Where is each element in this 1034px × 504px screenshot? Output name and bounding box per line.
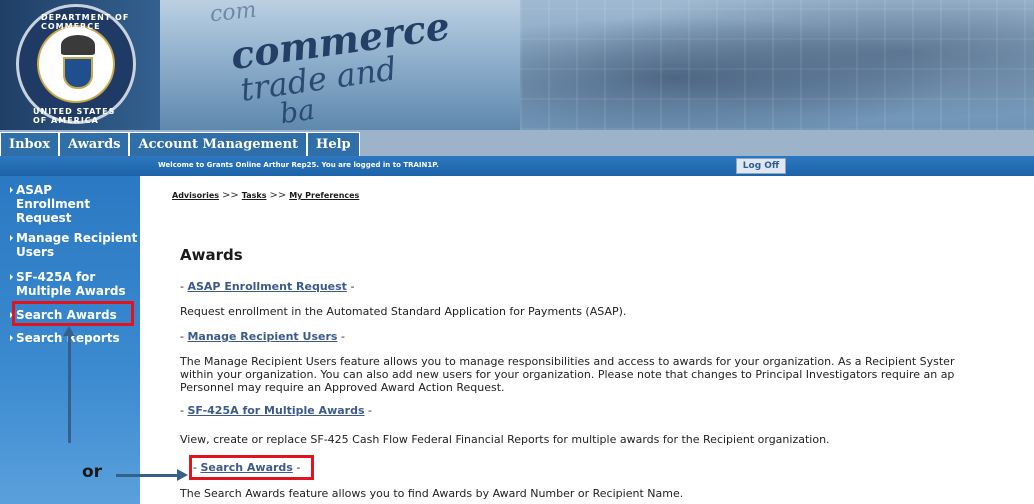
tab-account-management[interactable]: Account Management (129, 132, 308, 156)
dash: - (368, 404, 372, 417)
section-manage-users-heading: - Manage Recipient Users - (180, 330, 345, 343)
sf425a-multiple-awards-link[interactable]: SF-425A for Multiple Awards (187, 404, 364, 417)
section-asap-heading: - ASAP Enrollment Request - (180, 280, 354, 293)
tab-help[interactable]: Help (307, 132, 360, 156)
breadcrumb-separator: >> (269, 190, 287, 201)
annotation-or-label: or (82, 462, 103, 482)
dash: - (180, 330, 184, 343)
breadcrumb-advisories[interactable]: Advisories (172, 191, 219, 200)
tab-inbox[interactable]: Inbox (0, 132, 60, 156)
banner-word-top: com (208, 0, 258, 28)
dash: - (340, 330, 345, 343)
seal-inner (37, 25, 115, 103)
commerce-seal-logo: DEPARTMENT OF COMMERCE UNITED STATES OF … (16, 4, 136, 125)
section-manage-users-description-line-1: The Manage Recipient Users feature allow… (180, 355, 955, 368)
section-sf425a-heading: - SF-425A for Multiple Awards - (180, 404, 372, 417)
annotation-up-arrow-icon (63, 326, 75, 336)
shield-icon (63, 57, 93, 89)
seal-text-top: DEPARTMENT OF COMMERCE (41, 13, 130, 31)
world-map-graphic (520, 0, 1034, 130)
sidebar-item-sf425a-multiple-awards[interactable]: SF-425A for Multiple Awards (10, 270, 140, 298)
dash: - (350, 280, 355, 293)
welcome-message: Welcome to Grants Online Arthur Rep25. Y… (158, 161, 439, 169)
tab-awards[interactable]: Awards (59, 132, 130, 156)
annotation-vertical-arrow-line (68, 335, 71, 443)
breadcrumb-tasks[interactable]: Tasks (242, 191, 267, 200)
eagle-icon (61, 35, 95, 55)
section-manage-users-description-line-2: within your organization. You can also a… (180, 368, 955, 381)
main-search-awards-highlight (189, 455, 314, 480)
section-asap-description: Request enrollment in the Automated Stan… (180, 305, 627, 318)
dash: - (180, 280, 184, 293)
manage-recipient-users-link[interactable]: Manage Recipient Users (187, 330, 337, 343)
sidebar-item-asap-enrollment-request[interactable]: ASAP Enrollment Request (10, 183, 96, 225)
sidebar-item-search-reports[interactable]: Search Reports (10, 331, 140, 345)
section-search-awards-description: The Search Awards feature allows you to … (180, 487, 684, 500)
breadcrumb: Advisories >> Tasks >> My Preferences (172, 190, 359, 201)
sidebar-search-awards-highlight (12, 301, 134, 326)
header-banner: DEPARTMENT OF COMMERCE UNITED STATES OF … (0, 0, 1034, 130)
annotation-right-arrow-icon (177, 469, 188, 481)
breadcrumb-separator: >> (222, 190, 239, 201)
welcome-bar: Welcome to Grants Online Arthur Rep25. Y… (0, 156, 1034, 176)
section-sf425a-description: View, create or replace SF-425 Cash Flow… (180, 433, 830, 446)
section-manage-users-description-line-3: Personnel may require an Approved Award … (180, 381, 505, 394)
asap-enrollment-request-link[interactable]: ASAP Enrollment Request (187, 280, 346, 293)
sidebar-item-manage-recipient-users[interactable]: Manage Recipient Users (10, 231, 140, 259)
seal-text-bottom: UNITED STATES OF AMERICA (33, 107, 116, 125)
breadcrumb-my-preferences[interactable]: My Preferences (289, 191, 359, 200)
page-title: Awards (180, 246, 243, 264)
dash: - (180, 404, 184, 417)
annotation-horizontal-arrow-line (116, 474, 178, 477)
banner-word-bottom: ba (277, 92, 317, 130)
main-tab-bar: Inbox Awards Account Management Help (0, 130, 1034, 156)
log-off-button[interactable]: Log Off (736, 158, 786, 174)
